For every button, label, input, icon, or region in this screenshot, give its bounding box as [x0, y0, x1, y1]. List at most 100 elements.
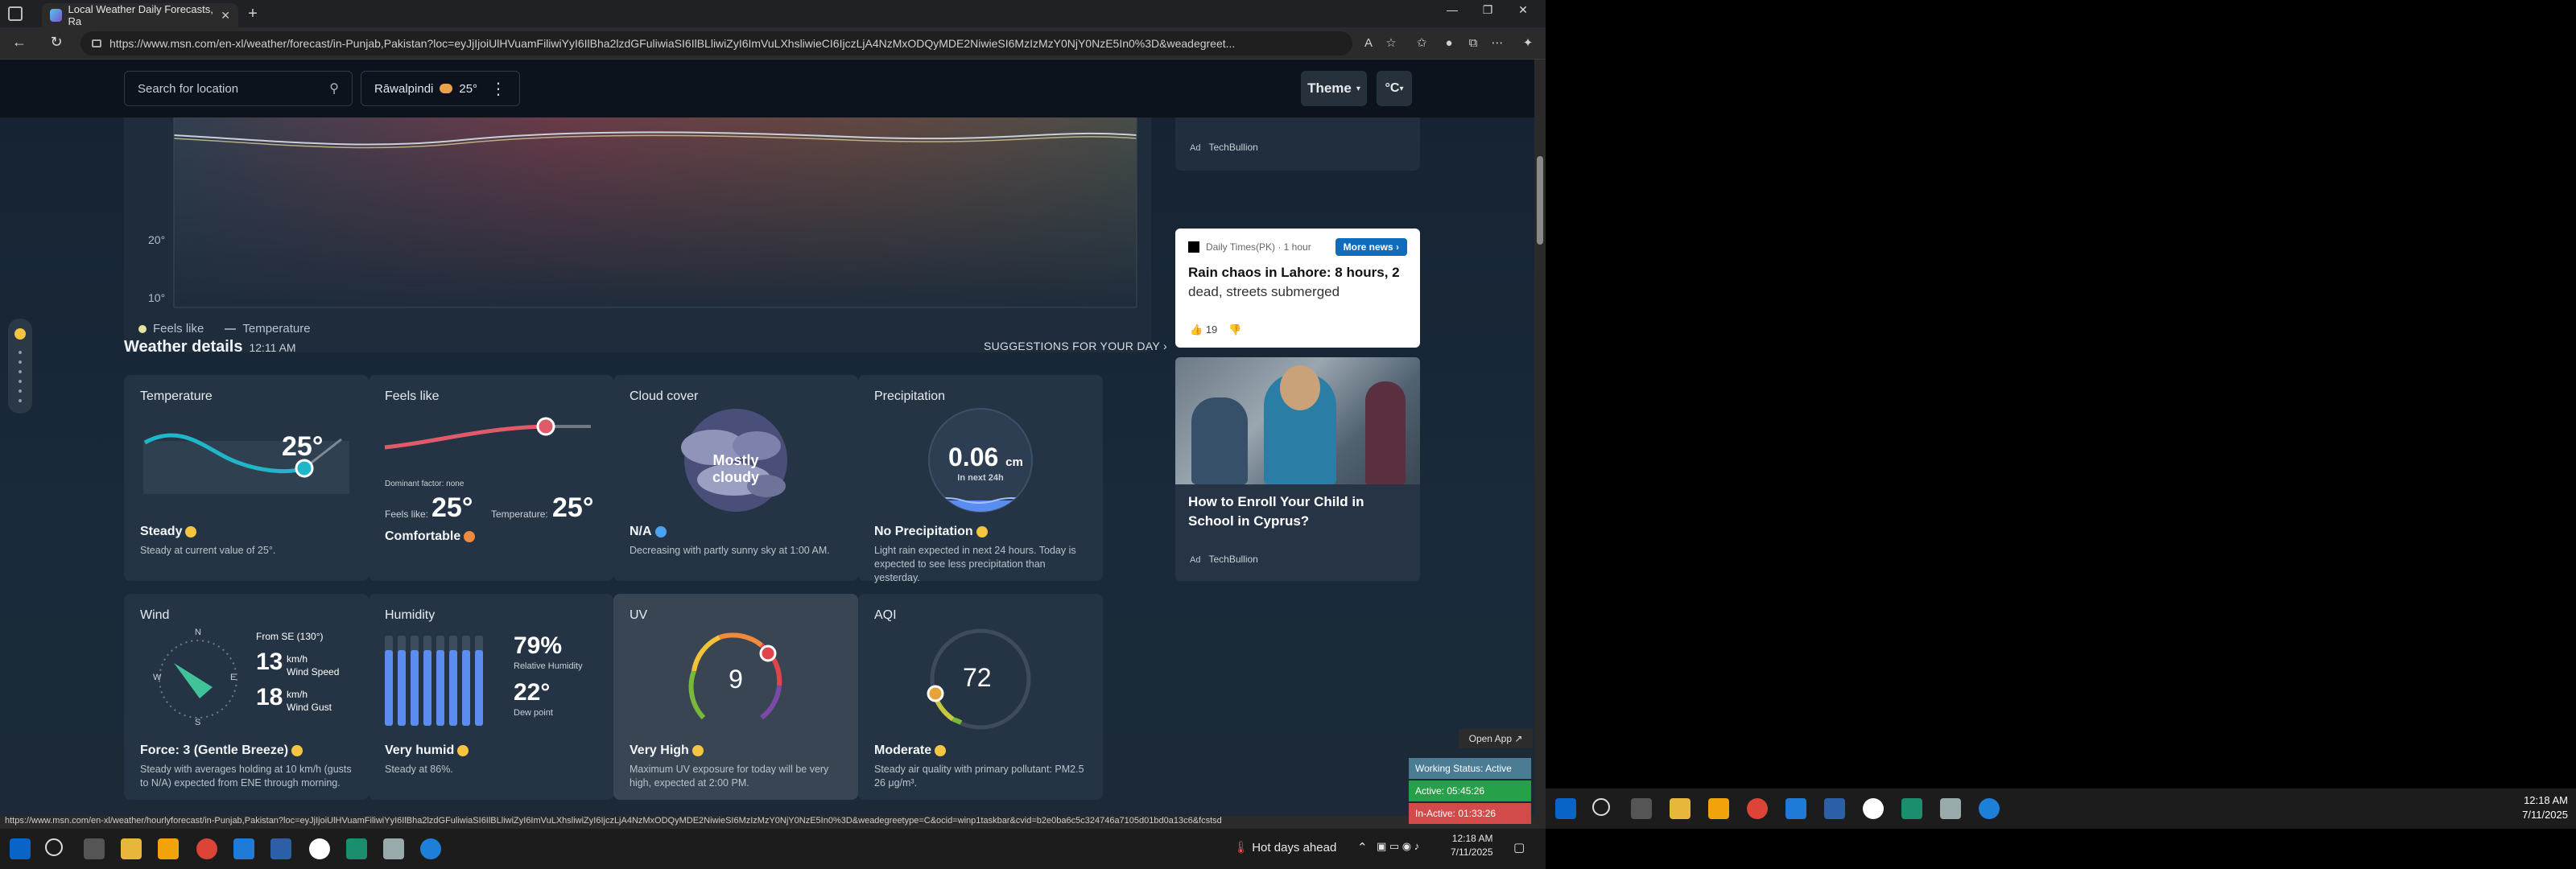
taskbar-primary: 🌡 Hot days ahead ⌃ ▣ ▭ ◉ ♪ 12:18 AM 7/11/…: [0, 829, 1546, 869]
article-card[interactable]: How to Enroll Your Child in School in Cy…: [1175, 357, 1420, 581]
app-fox-icon[interactable]: [383, 838, 404, 859]
more-menu-icon[interactable]: ⋯: [1489, 35, 1505, 51]
new-tab-button[interactable]: +: [243, 5, 262, 23]
legend-feels-label: Feels like: [153, 322, 204, 336]
restore-button[interactable]: ❐: [1470, 3, 1505, 17]
theme-dropdown[interactable]: Theme ▾: [1301, 71, 1367, 106]
task-view-icon[interactable]: [1631, 798, 1652, 819]
cloud-cover-card[interactable]: Cloud cover Mostly cloudy N/A Decreasing…: [613, 375, 858, 581]
profile-avatar-icon[interactable]: ●: [1441, 35, 1457, 51]
cloud-center-label: Mostly cloudy: [712, 452, 759, 485]
browser-tab[interactable]: Local Weather Daily Forecasts, Ra ✕: [42, 3, 238, 27]
legend-temperature[interactable]: Temperature: [225, 322, 311, 336]
store-icon[interactable]: [1708, 798, 1729, 819]
temperature-line-icon: [225, 328, 237, 331]
time-tracker-widget: Open App ↗ Working Status: Active Active…: [1407, 729, 1533, 827]
humidity-card[interactable]: Humidity 79% Relative Humidity 22° Dew p…: [369, 594, 613, 800]
app-teal-icon[interactable]: [346, 838, 367, 859]
browser-tab-strip: Local Weather Daily Forecasts, Ra ✕ + — …: [0, 0, 1546, 27]
wind-speed-unit: km/h: [287, 653, 308, 665]
temperature-card[interactable]: Temperature 25° Steady Steady at current…: [124, 375, 369, 581]
taskbar-secondary: 12:18 AM 7/11/2025: [1546, 789, 2576, 829]
lock-icon: [92, 39, 101, 47]
wind-card[interactable]: Wind N E S W From SE (130°) 13 km/h Wind…: [124, 594, 369, 800]
ad-card-top[interactable]: Ad TechBullion: [1175, 117, 1420, 171]
tab-close-icon[interactable]: ✕: [221, 9, 230, 23]
uv-value: 9: [729, 665, 743, 694]
card-title: AQI: [874, 608, 897, 622]
humidity-desc: Steady at 86%.: [385, 764, 453, 775]
app-fox-icon[interactable]: [1940, 798, 1961, 819]
precip-desc: Light rain expected in next 24 hours. To…: [874, 545, 1076, 583]
minimize-button[interactable]: —: [1435, 3, 1470, 16]
copilot-icon[interactable]: ✦: [1520, 35, 1536, 51]
page-scrollbar[interactable]: [1534, 60, 1546, 829]
edge-icon[interactable]: [420, 838, 441, 859]
legend-temperature-label: Temperature: [242, 322, 311, 336]
legend-feels-like[interactable]: Feels like: [138, 322, 204, 336]
aqi-card[interactable]: AQI 72 Moderate Steady air quality with …: [858, 594, 1103, 800]
suggestions-link[interactable]: SUGGESTIONS FOR YOUR DAY ›: [984, 340, 1167, 352]
temperature-value: 25°: [282, 431, 324, 462]
dislike-icon[interactable]: 👎: [1228, 323, 1241, 336]
file-explorer-icon[interactable]: [1670, 798, 1690, 819]
details-time: 12:11 AM: [249, 341, 296, 354]
tray-icons[interactable]: ▣ ▭ ◉ ♪: [1377, 840, 1419, 853]
vscode-icon[interactable]: [1785, 798, 1806, 819]
more-options-icon[interactable]: ⋮: [490, 79, 506, 99]
more-news-button[interactable]: More news ›: [1335, 238, 1407, 256]
scrollbar-thumb[interactable]: [1537, 156, 1543, 245]
search-icon[interactable]: [1592, 798, 1610, 816]
close-window-button[interactable]: ✕: [1505, 3, 1541, 17]
chrome-icon[interactable]: [196, 838, 217, 859]
app-round-icon[interactable]: [309, 838, 330, 859]
humidity-bar-fill: [411, 650, 419, 726]
refresh-button[interactable]: ↻: [47, 34, 66, 51]
vscode-icon[interactable]: [233, 838, 254, 859]
article-title[interactable]: How to Enroll Your Child in School in Cy…: [1188, 492, 1410, 531]
precipitation-card[interactable]: Precipitation 0.06 cm In next 24h No Pre…: [858, 375, 1103, 583]
precip-status: No Precipitation: [874, 525, 988, 539]
tab-actions-icon[interactable]: [8, 6, 23, 21]
weather-widget[interactable]: 🌡 Hot days ahead: [1233, 840, 1336, 855]
chrome-icon[interactable]: [1747, 798, 1768, 819]
news-headline-line2[interactable]: dead, streets submerged: [1188, 283, 1410, 301]
tray-chevron-icon[interactable]: ⌃: [1357, 840, 1368, 855]
location-search-input[interactable]: Search for location ⚲: [124, 71, 353, 106]
news-headline[interactable]: Rain chaos in Lahore: 8 hours, 2: [1188, 264, 1410, 282]
uv-card[interactable]: UV 9 Very High Maximum UV exposure for t…: [613, 594, 858, 800]
app-zm-icon[interactable]: [1824, 798, 1845, 819]
taskbar-clock-secondary[interactable]: 12:18 AM 7/11/2025: [2522, 793, 2568, 822]
windows-start-icon[interactable]: [10, 838, 31, 859]
page-side-rail[interactable]: [8, 319, 32, 414]
app-round-icon[interactable]: [1863, 798, 1884, 819]
temperature-status: Steady: [140, 525, 197, 539]
like-button[interactable]: 👍 19: [1190, 323, 1217, 336]
aqi-value: 72: [963, 663, 992, 692]
taskbar-clock[interactable]: 12:18 AM 7/11/2025: [1451, 832, 1493, 859]
notification-icon[interactable]: ▢: [1513, 840, 1525, 855]
app-teal-icon[interactable]: [1901, 798, 1922, 819]
open-app-button[interactable]: Open App ↗: [1459, 729, 1533, 748]
current-location-pill[interactable]: Rāwalpindi 25° ⋮: [361, 71, 520, 106]
news-card[interactable]: Daily Times(PK) · 1 hour More news › Rai…: [1175, 229, 1420, 348]
windows-start-icon[interactable]: [1555, 798, 1576, 819]
back-button[interactable]: ←: [10, 34, 29, 51]
favorite-star-icon[interactable]: ☆: [1383, 35, 1399, 51]
extensions-icon[interactable]: ⧉: [1465, 35, 1481, 51]
address-bar[interactable]: https://www.msn.com/en-xl/weather/foreca…: [80, 31, 1352, 56]
favorites-icon[interactable]: ✩: [1414, 35, 1430, 51]
unit-dropdown[interactable]: °C ▾: [1377, 71, 1412, 106]
dominant-factor: Dominant factor: none: [385, 480, 464, 488]
edge-icon[interactable]: [1979, 798, 2000, 819]
chart-legend: Feels like Temperature: [138, 322, 311, 336]
read-aloud-icon[interactable]: A: [1360, 35, 1377, 51]
app-zm-icon[interactable]: [270, 838, 291, 859]
dew-point-value: 22°: [514, 679, 551, 706]
task-view-icon[interactable]: [84, 838, 105, 859]
search-icon[interactable]: [45, 838, 63, 856]
feels-like-card[interactable]: Feels like Dominant factor: none Feels l…: [369, 375, 613, 581]
search-icon[interactable]: ⚲: [329, 80, 339, 97]
file-explorer-icon[interactable]: [121, 838, 142, 859]
store-icon[interactable]: [158, 838, 179, 859]
